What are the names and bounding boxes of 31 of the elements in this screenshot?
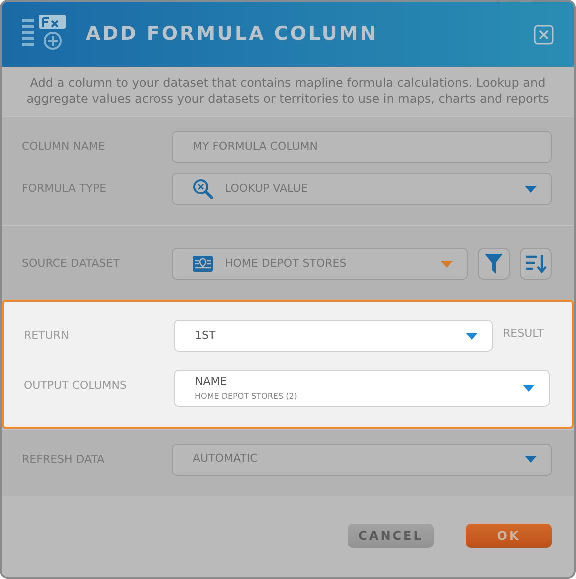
- value-text: NAME: [195, 374, 228, 390]
- close-button[interactable]: [534, 24, 554, 44]
- field-label: RETURN: [24, 328, 70, 344]
- dropdown[interactable]: 1ST: [174, 320, 494, 352]
- caret-icon: [441, 260, 453, 268]
- caret-icon: [523, 384, 535, 392]
- dialog-title: ADD FORMULA COLUMN: [86, 23, 380, 46]
- cancel-button[interactable]: CANCEL: [348, 524, 434, 548]
- caret-icon: [525, 186, 537, 192]
- field-label: REFRESH DATA: [22, 452, 106, 468]
- filter-icon: [485, 254, 503, 274]
- dropdown[interactable]: HOME DEPOT STORES: [172, 248, 468, 280]
- text-field[interactable]: MY FORMULA COLUMN: [172, 131, 552, 163]
- dropdown[interactable]: AUTOMATIC: [172, 444, 552, 476]
- field-label: COLUMN NAME: [22, 139, 106, 155]
- caret-icon: [525, 456, 537, 463]
- close-icon: [534, 24, 554, 44]
- sort-button[interactable]: [520, 248, 552, 280]
- dataset-subtext: HOME DEPOT STORES (2): [195, 390, 298, 402]
- map-pin-icon: [193, 256, 213, 272]
- field-label: SOURCE DATASET: [22, 256, 121, 272]
- dropdown[interactable]: NAME HOME DEPOT STORES (2): [174, 370, 550, 406]
- sort-icon: [525, 254, 547, 274]
- caret-icon: [466, 332, 478, 340]
- filter-button[interactable]: [478, 248, 510, 280]
- dropdown[interactable]: LOOKUP VALUE: [172, 173, 552, 205]
- field-label: OUTPUT COLUMNS: [24, 378, 128, 394]
- field-label: FORMULA TYPE: [22, 181, 108, 197]
- suffix-label: RESULT: [502, 326, 545, 342]
- ok-button[interactable]: OK: [466, 524, 552, 548]
- search-icon: [193, 179, 213, 199]
